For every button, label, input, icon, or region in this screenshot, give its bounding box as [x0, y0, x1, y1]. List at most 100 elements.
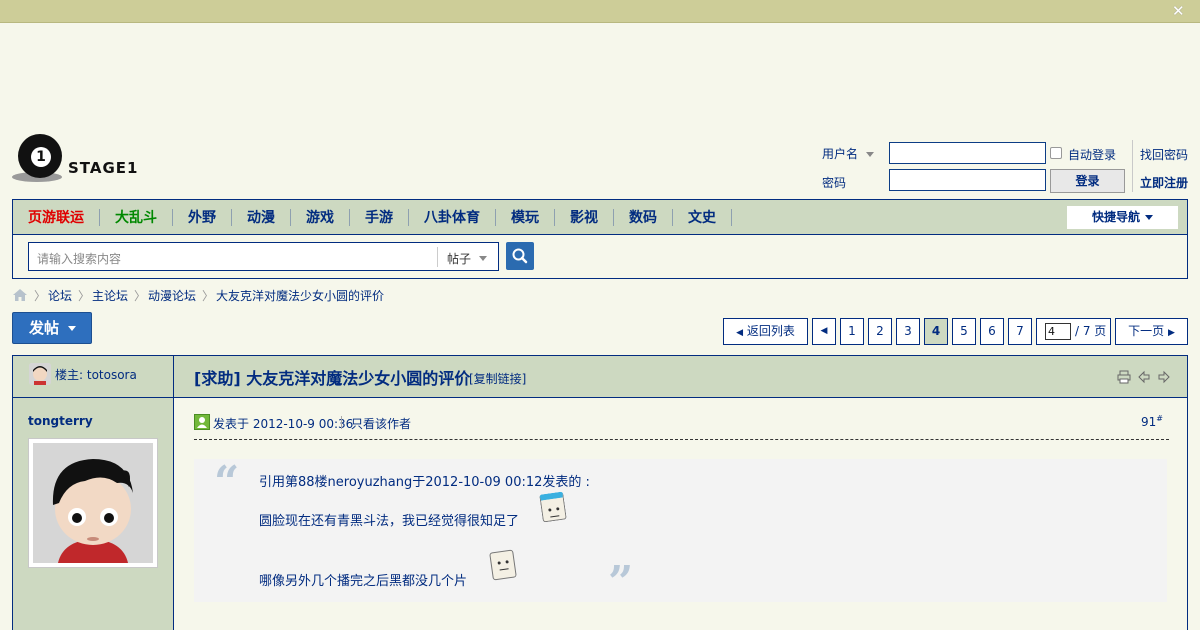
- thread-title: [求助] 大友克洋对魔法少女小圆的评价: [194, 369, 471, 388]
- thread-owner[interactable]: 楼主: totosora: [55, 366, 137, 383]
- close-icon[interactable]: ✕: [1172, 4, 1186, 19]
- back-to-list-button[interactable]: ◀ 返回列表: [723, 318, 808, 345]
- back-to-list-label: 返回列表: [746, 324, 795, 338]
- search-type-select[interactable]: 帖子: [447, 250, 471, 267]
- new-post-button[interactable]: 发帖: [12, 312, 92, 344]
- quote-block: “ 引用第88楼neroyuzhang于2012-10-09 00:12发表的 …: [194, 457, 1167, 608]
- login-panel: 用户名 自动登录 找回密码 密码 登录 立即注册: [822, 140, 1192, 195]
- page-jump: 4 / 7 页: [1036, 318, 1111, 345]
- nav-divider: [231, 209, 232, 226]
- page-6[interactable]: 6: [980, 318, 1004, 345]
- nav-divider: [554, 209, 555, 226]
- emoticon-icon: [489, 549, 517, 581]
- nav-item-digital[interactable]: 数码: [629, 207, 657, 227]
- prev-thread-icon[interactable]: [1137, 370, 1151, 384]
- thread-tools: [1117, 370, 1171, 384]
- site-logo[interactable]: 1 STAGE1: [12, 134, 142, 184]
- nav-divider: [408, 209, 409, 226]
- thread-owner-header: 楼主: totosora: [13, 356, 173, 398]
- nav-divider: [731, 209, 732, 226]
- login-divider: [1132, 140, 1133, 192]
- top-bar: ✕: [0, 0, 1200, 23]
- thread-header: [求助] 大友克洋对魔法少女小圆的评价 [复制链接]: [174, 356, 1187, 398]
- register-link[interactable]: 立即注册: [1140, 174, 1188, 191]
- caret-left-icon: ◀: [736, 328, 744, 338]
- prev-page-button[interactable]: ◀: [812, 318, 836, 345]
- username-input[interactable]: [889, 142, 1046, 164]
- quote-open-icon: “: [214, 457, 240, 508]
- username-type-select[interactable]: 用户名: [822, 145, 875, 162]
- nav-item-gossip-sports[interactable]: 八卦体育: [424, 207, 480, 227]
- breadcrumb-thread[interactable]: 大友克洋对魔法少女小圆的评价: [216, 287, 384, 304]
- nav-divider: [290, 209, 291, 226]
- find-password-link[interactable]: 找回密码: [1140, 146, 1188, 163]
- auto-login-checkbox[interactable]: [1050, 147, 1062, 159]
- nav-item-outfield[interactable]: 外野: [188, 207, 216, 227]
- copy-link-button[interactable]: [复制链接]: [469, 370, 526, 387]
- nav-item-mobile[interactable]: 手游: [365, 207, 393, 227]
- nav-divider: [672, 209, 673, 226]
- breadcrumb-forum[interactable]: 论坛: [48, 287, 72, 304]
- owner-avatar[interactable]: [29, 363, 51, 385]
- login-button[interactable]: 登录: [1050, 169, 1125, 193]
- page-4-current[interactable]: 4: [924, 318, 948, 345]
- nav-item-anime[interactable]: 动漫: [247, 207, 275, 227]
- search-input[interactable]: 请输入搜索内容 帖子: [28, 242, 499, 271]
- page-jump-input[interactable]: 4: [1045, 323, 1071, 340]
- next-page-label: 下一页: [1128, 324, 1165, 338]
- new-post-label: 发帖: [29, 319, 60, 337]
- page-1[interactable]: 1: [840, 318, 864, 345]
- chevron-down-icon: [1145, 215, 1153, 220]
- caret-right-icon: ▶: [1167, 328, 1175, 338]
- breadcrumb-main-forum[interactable]: 主论坛: [92, 287, 128, 304]
- author-avatar[interactable]: [28, 438, 158, 568]
- breadcrumb-separator: 〉: [134, 289, 147, 303]
- nav-item-history[interactable]: 文史: [688, 207, 716, 227]
- meta-divider: [341, 416, 342, 429]
- author-sidebar: 楼主: totosora tongterry: [13, 356, 174, 630]
- search-button[interactable]: [506, 242, 534, 270]
- floor-number[interactable]: 91#: [1141, 414, 1163, 429]
- page-7[interactable]: 7: [1008, 318, 1032, 345]
- emoticon-icon: [539, 491, 567, 523]
- nav-divider: [99, 209, 100, 226]
- password-label: 密码: [822, 176, 847, 190]
- nav-divider: [495, 209, 496, 226]
- password-input[interactable]: [889, 169, 1046, 191]
- post-author[interactable]: tongterry: [28, 414, 93, 428]
- breadcrumb-separator: 〉: [202, 289, 215, 303]
- avatar-image: [33, 443, 153, 563]
- post-meta: 发表于 2012-10-9 00:36 只看该作者 91#: [194, 412, 1169, 440]
- breadcrumb: 〉 论坛 〉 主论坛 〉 动漫论坛 〉 大友克洋对魔法少女小圆的评价: [12, 287, 612, 303]
- chevron-down-icon: [68, 326, 77, 331]
- nav-bar: 页游联运 大乱斗 外野 动漫 游戏 手游 八卦体育 模玩 影视 数码 文史 快捷…: [13, 200, 1187, 235]
- page-2[interactable]: 2: [868, 318, 892, 345]
- auto-login-label: 自动登录: [1068, 148, 1117, 162]
- breadcrumb-anime-forum[interactable]: 动漫论坛: [148, 287, 196, 304]
- page-5[interactable]: 5: [952, 318, 976, 345]
- breadcrumb-separator: 〉: [34, 289, 47, 303]
- home-icon[interactable]: [12, 288, 28, 305]
- print-icon[interactable]: [1117, 370, 1131, 384]
- page-3[interactable]: 3: [896, 318, 920, 345]
- nav-item-models[interactable]: 模玩: [511, 207, 539, 227]
- page-total: / 7 页: [1075, 324, 1107, 338]
- quote-close-icon: ”: [608, 557, 634, 608]
- post-time: 发表于 2012-10-9 00:36: [213, 417, 354, 431]
- quote-line-1: 圆脸现在还有青黑斗法，我已经觉得很知足了: [259, 514, 520, 529]
- breadcrumb-separator: 〉: [78, 289, 91, 303]
- next-thread-icon[interactable]: [1157, 370, 1171, 384]
- only-author-link[interactable]: 只看该作者: [351, 415, 411, 432]
- chevron-down-icon: [479, 256, 487, 261]
- floor-mark: #: [1156, 414, 1163, 423]
- next-page-button[interactable]: 下一页 ▶: [1115, 318, 1188, 345]
- online-icon: [194, 414, 210, 430]
- nav-divider: [349, 209, 350, 226]
- nav-divider: [613, 209, 614, 226]
- nav-item-games[interactable]: 游戏: [306, 207, 334, 227]
- nav-item-film[interactable]: 影视: [570, 207, 598, 227]
- quick-nav-button[interactable]: 快捷导航: [1067, 206, 1178, 229]
- quote-header: 引用第88楼neroyuzhang于2012-10-09 00:12发表的 :: [259, 475, 590, 490]
- nav-item-webgames[interactable]: 页游联运: [28, 207, 84, 227]
- nav-item-brawl[interactable]: 大乱斗: [115, 207, 157, 227]
